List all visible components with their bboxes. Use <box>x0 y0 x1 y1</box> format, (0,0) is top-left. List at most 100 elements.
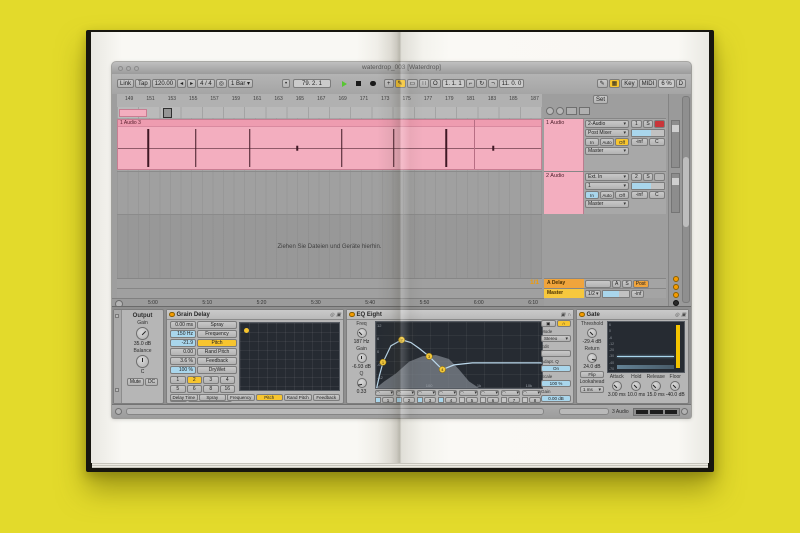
keymidi-control[interactable]: MIDI <box>639 79 658 88</box>
transport-control[interactable]: Link <box>117 79 134 88</box>
clip-title[interactable]: 1 Audio 3 <box>118 120 541 127</box>
band-toggle[interactable] <box>501 397 507 403</box>
param-label[interactable]: Spray <box>197 321 237 329</box>
input-channel-select[interactable]: 1 <box>585 182 629 190</box>
band-toggle[interactable] <box>480 397 486 403</box>
record-button[interactable] <box>367 79 379 88</box>
param-label[interactable]: Frequency <box>197 330 237 338</box>
param-value[interactable]: 150 Hz <box>170 330 196 338</box>
freq-knob[interactable] <box>357 328 367 338</box>
threshold-value[interactable]: -29.4 dB <box>583 339 602 345</box>
eq-graph[interactable]: 1234 1260-6-12 1001k10k <box>375 321 543 389</box>
window-close-button[interactable] <box>118 66 123 71</box>
track-header-2[interactable]: 2 Audio Ext. In 1 InAutoOff Master 2 S <box>544 171 666 214</box>
stop-button[interactable] <box>353 79 364 88</box>
device-activator-icon[interactable] <box>349 312 355 318</box>
device-title-icon[interactable]: ◎ <box>330 312 334 318</box>
filter-type-select[interactable]: ◠ <box>480 390 499 396</box>
xy-axis-tab[interactable]: Pitch <box>256 394 284 401</box>
beat-time-ruler[interactable]: 1491511531551571591611631651671691711731… <box>117 94 542 108</box>
gain-value[interactable]: -6.93 dB <box>352 364 371 370</box>
freq-value[interactable]: 187 Hz <box>354 339 370 345</box>
audio-clip[interactable]: 1 Audio 3 <box>117 119 542 170</box>
band-number[interactable]: 4 <box>445 397 457 403</box>
loop-start-marker[interactable] <box>163 108 172 118</box>
track-meter[interactable] <box>671 173 680 213</box>
param-label[interactable]: Rand Pitch <box>197 348 237 356</box>
orange-indicator-icon[interactable] <box>673 284 679 290</box>
xy-axis-tab[interactable]: Feedback <box>313 394 341 401</box>
pan-value[interactable]: C <box>649 138 666 146</box>
keymidi-control[interactable]: Key <box>621 79 637 88</box>
balance-value[interactable]: C <box>141 369 145 375</box>
output-routing-select[interactable]: Master <box>585 147 629 155</box>
keymidi-control[interactable]: ▦ <box>609 79 621 88</box>
band-toggle[interactable] <box>417 397 423 403</box>
io-toggle-icon[interactable] <box>546 107 554 115</box>
monitor-button[interactable]: Off <box>615 191 629 199</box>
keymidi-control[interactable]: ✎ <box>597 79 608 88</box>
edit-mode-button[interactable]: ∷ <box>419 79 429 88</box>
device-title-icon[interactable]: ∩ <box>567 312 571 318</box>
delay-time-button[interactable]: 1 <box>170 376 186 384</box>
mode-select[interactable]: Stereo <box>541 335 571 342</box>
gate-display[interactable]: 60-6-12-20-30-40-70 <box>607 321 685 373</box>
output-gain-slider[interactable]: 0.00 dB <box>541 395 571 402</box>
track-name[interactable]: 2 Audio <box>544 172 584 214</box>
knob-value[interactable]: 15.0 ms <box>647 392 665 398</box>
transport-control[interactable]: ◂ <box>177 79 186 88</box>
master-track-name[interactable]: Master <box>544 289 584 298</box>
return-value[interactable]: 24.0 dB <box>583 364 600 370</box>
band-number[interactable]: 5 <box>466 397 478 403</box>
track-meter[interactable] <box>671 120 680 168</box>
knob-value[interactable]: -40.0 dB <box>666 392 685 398</box>
volume-slider[interactable] <box>631 129 665 137</box>
band-number[interactable]: 2 <box>403 397 415 403</box>
edit-mode-button[interactable]: ▭ <box>407 79 419 88</box>
input-channel-select[interactable]: Post Mixer <box>585 129 629 137</box>
edit-mode-button[interactable]: O <box>430 79 441 88</box>
q-value[interactable]: 0.33 <box>357 389 367 395</box>
xy-axis-tab[interactable]: Frequency <box>227 394 255 401</box>
play-button[interactable] <box>339 79 350 88</box>
delay-time-button[interactable]: 3 <box>203 376 219 384</box>
transport-control[interactable]: 1 Bar ▾ <box>228 79 253 88</box>
loop-control[interactable]: ⌐ <box>466 79 476 88</box>
filter-type-select[interactable]: ◠ <box>459 390 478 396</box>
monitor-button[interactable]: In <box>585 191 599 199</box>
vertical-scrollbar[interactable] <box>682 96 690 303</box>
param-label[interactable]: DryWet <box>197 366 237 374</box>
cue-out-select[interactable]: 1/2 <box>585 290 601 298</box>
band-number[interactable]: 7 <box>508 397 520 403</box>
device-title-bar[interactable]: Gate ◎▣ <box>577 310 688 320</box>
input-routing-select[interactable]: Ext. In <box>585 173 629 181</box>
flip-button[interactable]: Flip <box>580 371 604 378</box>
band-toggle[interactable] <box>459 397 465 403</box>
orange-indicator-icon[interactable] <box>673 292 679 298</box>
track-name[interactable]: 1 Audio <box>544 119 584 171</box>
filter-type-select[interactable]: ◠ <box>438 390 457 396</box>
follow-button[interactable]: • <box>282 79 290 88</box>
param-value[interactable]: 0.00 ms <box>170 321 196 329</box>
param-value[interactable]: 3.6 % <box>170 357 196 365</box>
return-knob[interactable] <box>587 353 597 363</box>
loop-control[interactable]: 11. 0. 0 <box>499 79 525 88</box>
knob-value[interactable]: 10.0 ms <box>627 392 645 398</box>
tiny-control[interactable] <box>115 314 119 318</box>
transport-control[interactable]: 4 / 4 <box>197 79 215 88</box>
lookahead-select[interactable]: 1 ms <box>580 386 604 393</box>
pan-value[interactable]: C <box>649 191 666 199</box>
returns-toggle-icon[interactable] <box>556 107 564 115</box>
filter-type-select[interactable]: ◠ <box>522 390 541 396</box>
solo-button[interactable]: S <box>643 120 654 128</box>
scale-slider[interactable]: 100 % <box>541 380 571 387</box>
return-track-name[interactable]: A Delay <box>544 279 584 288</box>
gain-value[interactable]: 35.0 dB <box>134 341 151 347</box>
keymidi-control[interactable]: D <box>676 79 686 88</box>
band-toggle[interactable] <box>438 397 444 403</box>
transport-control[interactable]: 120.00 <box>152 79 176 88</box>
gain-knob[interactable] <box>357 353 367 363</box>
device-title-icon[interactable]: ◎ <box>675 312 679 318</box>
eq-option-icon[interactable]: ∩ <box>557 320 572 327</box>
device-activator-icon[interactable] <box>169 312 175 318</box>
